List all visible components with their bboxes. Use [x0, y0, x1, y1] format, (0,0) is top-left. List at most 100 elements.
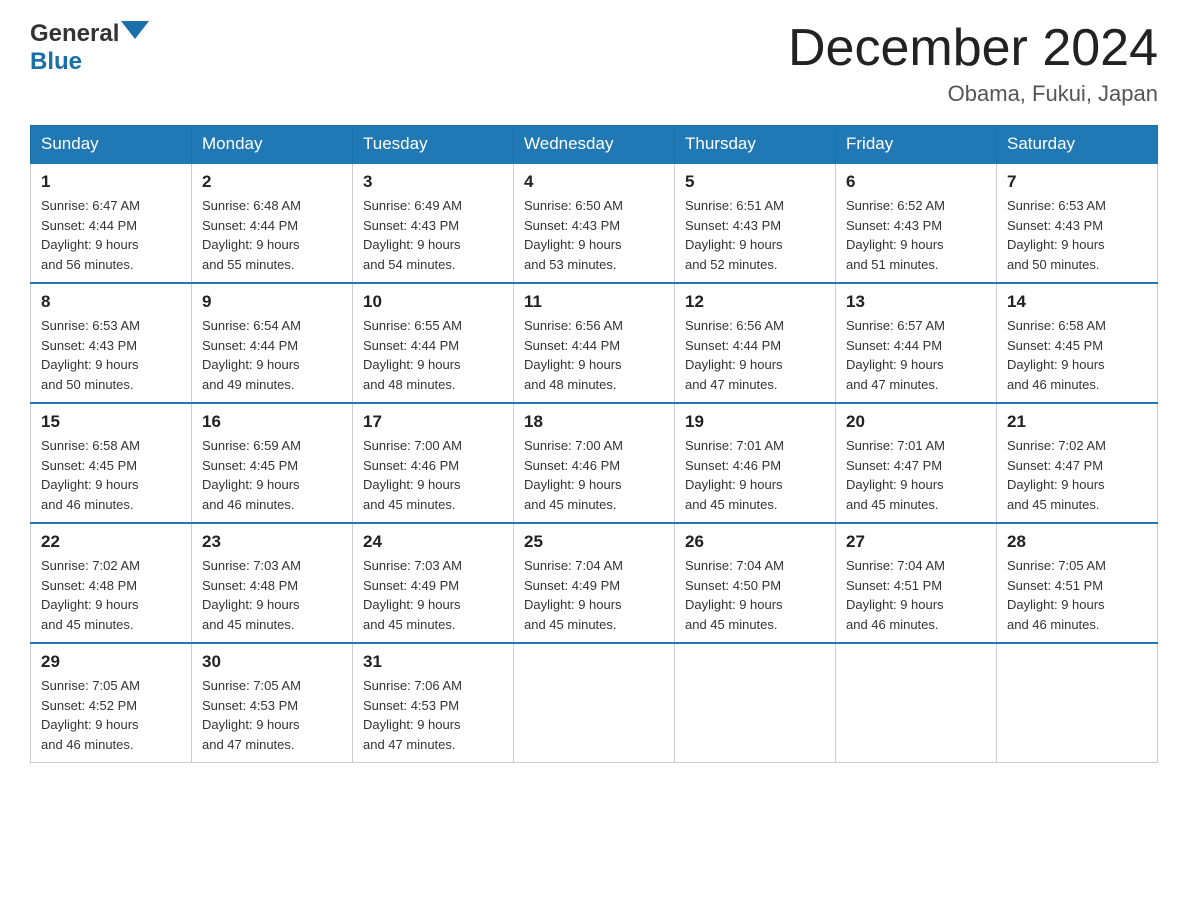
week-row-4: 22 Sunrise: 7:02 AMSunset: 4:48 PMDaylig… [31, 523, 1158, 643]
col-header-tuesday: Tuesday [353, 126, 514, 164]
day-info: Sunrise: 7:03 AMSunset: 4:48 PMDaylight:… [202, 556, 342, 634]
day-info: Sunrise: 7:05 AMSunset: 4:53 PMDaylight:… [202, 676, 342, 754]
day-info: Sunrise: 7:02 AMSunset: 4:47 PMDaylight:… [1007, 436, 1147, 514]
day-info: Sunrise: 7:05 AMSunset: 4:51 PMDaylight:… [1007, 556, 1147, 634]
day-number: 24 [363, 532, 503, 552]
day-cell: 23 Sunrise: 7:03 AMSunset: 4:48 PMDaylig… [192, 523, 353, 643]
col-header-friday: Friday [836, 126, 997, 164]
day-number: 9 [202, 292, 342, 312]
logo-line2: Blue [30, 48, 82, 76]
day-number: 15 [41, 412, 181, 432]
day-cell: 22 Sunrise: 7:02 AMSunset: 4:48 PMDaylig… [31, 523, 192, 643]
day-number: 18 [524, 412, 664, 432]
day-number: 31 [363, 652, 503, 672]
day-number: 5 [685, 172, 825, 192]
day-cell: 30 Sunrise: 7:05 AMSunset: 4:53 PMDaylig… [192, 643, 353, 763]
day-number: 26 [685, 532, 825, 552]
day-info: Sunrise: 6:58 AMSunset: 4:45 PMDaylight:… [41, 436, 181, 514]
day-number: 12 [685, 292, 825, 312]
day-cell: 5 Sunrise: 6:51 AMSunset: 4:43 PMDayligh… [675, 163, 836, 283]
day-cell: 9 Sunrise: 6:54 AMSunset: 4:44 PMDayligh… [192, 283, 353, 403]
day-number: 16 [202, 412, 342, 432]
day-info: Sunrise: 6:57 AMSunset: 4:44 PMDaylight:… [846, 316, 986, 394]
day-cell: 29 Sunrise: 7:05 AMSunset: 4:52 PMDaylig… [31, 643, 192, 763]
day-info: Sunrise: 6:52 AMSunset: 4:43 PMDaylight:… [846, 196, 986, 274]
day-number: 29 [41, 652, 181, 672]
day-number: 11 [524, 292, 664, 312]
day-info: Sunrise: 7:01 AMSunset: 4:47 PMDaylight:… [846, 436, 986, 514]
day-number: 20 [846, 412, 986, 432]
day-cell: 17 Sunrise: 7:00 AMSunset: 4:46 PMDaylig… [353, 403, 514, 523]
day-cell: 2 Sunrise: 6:48 AMSunset: 4:44 PMDayligh… [192, 163, 353, 283]
day-info: Sunrise: 6:55 AMSunset: 4:44 PMDaylight:… [363, 316, 503, 394]
day-info: Sunrise: 6:53 AMSunset: 4:43 PMDaylight:… [41, 316, 181, 394]
day-info: Sunrise: 6:53 AMSunset: 4:43 PMDaylight:… [1007, 196, 1147, 274]
day-number: 13 [846, 292, 986, 312]
day-info: Sunrise: 6:49 AMSunset: 4:43 PMDaylight:… [363, 196, 503, 274]
day-info: Sunrise: 7:02 AMSunset: 4:48 PMDaylight:… [41, 556, 181, 634]
col-header-thursday: Thursday [675, 126, 836, 164]
header-row: SundayMondayTuesdayWednesdayThursdayFrid… [31, 126, 1158, 164]
day-cell: 13 Sunrise: 6:57 AMSunset: 4:44 PMDaylig… [836, 283, 997, 403]
day-cell: 28 Sunrise: 7:05 AMSunset: 4:51 PMDaylig… [997, 523, 1158, 643]
day-cell: 25 Sunrise: 7:04 AMSunset: 4:49 PMDaylig… [514, 523, 675, 643]
day-cell [997, 643, 1158, 763]
day-cell: 8 Sunrise: 6:53 AMSunset: 4:43 PMDayligh… [31, 283, 192, 403]
col-header-monday: Monday [192, 126, 353, 164]
day-info: Sunrise: 6:59 AMSunset: 4:45 PMDaylight:… [202, 436, 342, 514]
day-info: Sunrise: 6:48 AMSunset: 4:44 PMDaylight:… [202, 196, 342, 274]
col-header-wednesday: Wednesday [514, 126, 675, 164]
day-cell: 6 Sunrise: 6:52 AMSunset: 4:43 PMDayligh… [836, 163, 997, 283]
day-number: 8 [41, 292, 181, 312]
day-info: Sunrise: 7:05 AMSunset: 4:52 PMDaylight:… [41, 676, 181, 754]
day-number: 3 [363, 172, 503, 192]
day-cell: 16 Sunrise: 6:59 AMSunset: 4:45 PMDaylig… [192, 403, 353, 523]
calendar-subtitle: Obama, Fukui, Japan [788, 81, 1158, 107]
day-info: Sunrise: 7:00 AMSunset: 4:46 PMDaylight:… [524, 436, 664, 514]
day-number: 27 [846, 532, 986, 552]
calendar-title: December 2024 [788, 20, 1158, 77]
calendar-table: SundayMondayTuesdayWednesdayThursdayFrid… [30, 125, 1158, 763]
day-cell: 10 Sunrise: 6:55 AMSunset: 4:44 PMDaylig… [353, 283, 514, 403]
day-info: Sunrise: 6:50 AMSunset: 4:43 PMDaylight:… [524, 196, 664, 274]
day-info: Sunrise: 6:47 AMSunset: 4:44 PMDaylight:… [41, 196, 181, 274]
day-number: 28 [1007, 532, 1147, 552]
day-cell: 27 Sunrise: 7:04 AMSunset: 4:51 PMDaylig… [836, 523, 997, 643]
day-cell: 15 Sunrise: 6:58 AMSunset: 4:45 PMDaylig… [31, 403, 192, 523]
day-cell: 4 Sunrise: 6:50 AMSunset: 4:43 PMDayligh… [514, 163, 675, 283]
day-number: 10 [363, 292, 503, 312]
day-info: Sunrise: 7:01 AMSunset: 4:46 PMDaylight:… [685, 436, 825, 514]
day-number: 22 [41, 532, 181, 552]
day-number: 25 [524, 532, 664, 552]
day-cell: 20 Sunrise: 7:01 AMSunset: 4:47 PMDaylig… [836, 403, 997, 523]
day-number: 14 [1007, 292, 1147, 312]
day-cell: 26 Sunrise: 7:04 AMSunset: 4:50 PMDaylig… [675, 523, 836, 643]
day-number: 4 [524, 172, 664, 192]
day-number: 21 [1007, 412, 1147, 432]
day-info: Sunrise: 6:51 AMSunset: 4:43 PMDaylight:… [685, 196, 825, 274]
day-cell: 24 Sunrise: 7:03 AMSunset: 4:49 PMDaylig… [353, 523, 514, 643]
day-info: Sunrise: 6:56 AMSunset: 4:44 PMDaylight:… [524, 316, 664, 394]
day-number: 19 [685, 412, 825, 432]
logo: General Blue [30, 20, 149, 76]
day-info: Sunrise: 6:58 AMSunset: 4:45 PMDaylight:… [1007, 316, 1147, 394]
day-info: Sunrise: 7:06 AMSunset: 4:53 PMDaylight:… [363, 676, 503, 754]
logo-triangle-icon [121, 21, 149, 39]
day-number: 1 [41, 172, 181, 192]
day-info: Sunrise: 6:54 AMSunset: 4:44 PMDaylight:… [202, 316, 342, 394]
day-cell: 21 Sunrise: 7:02 AMSunset: 4:47 PMDaylig… [997, 403, 1158, 523]
day-info: Sunrise: 7:04 AMSunset: 4:51 PMDaylight:… [846, 556, 986, 634]
day-cell: 12 Sunrise: 6:56 AMSunset: 4:44 PMDaylig… [675, 283, 836, 403]
day-cell: 11 Sunrise: 6:56 AMSunset: 4:44 PMDaylig… [514, 283, 675, 403]
day-number: 30 [202, 652, 342, 672]
week-row-2: 8 Sunrise: 6:53 AMSunset: 4:43 PMDayligh… [31, 283, 1158, 403]
day-cell [675, 643, 836, 763]
day-number: 17 [363, 412, 503, 432]
day-cell [514, 643, 675, 763]
day-cell: 3 Sunrise: 6:49 AMSunset: 4:43 PMDayligh… [353, 163, 514, 283]
page-header: General Blue December 2024 Obama, Fukui,… [30, 20, 1158, 107]
day-info: Sunrise: 7:04 AMSunset: 4:49 PMDaylight:… [524, 556, 664, 634]
week-row-1: 1 Sunrise: 6:47 AMSunset: 4:44 PMDayligh… [31, 163, 1158, 283]
col-header-saturday: Saturday [997, 126, 1158, 164]
day-cell: 19 Sunrise: 7:01 AMSunset: 4:46 PMDaylig… [675, 403, 836, 523]
